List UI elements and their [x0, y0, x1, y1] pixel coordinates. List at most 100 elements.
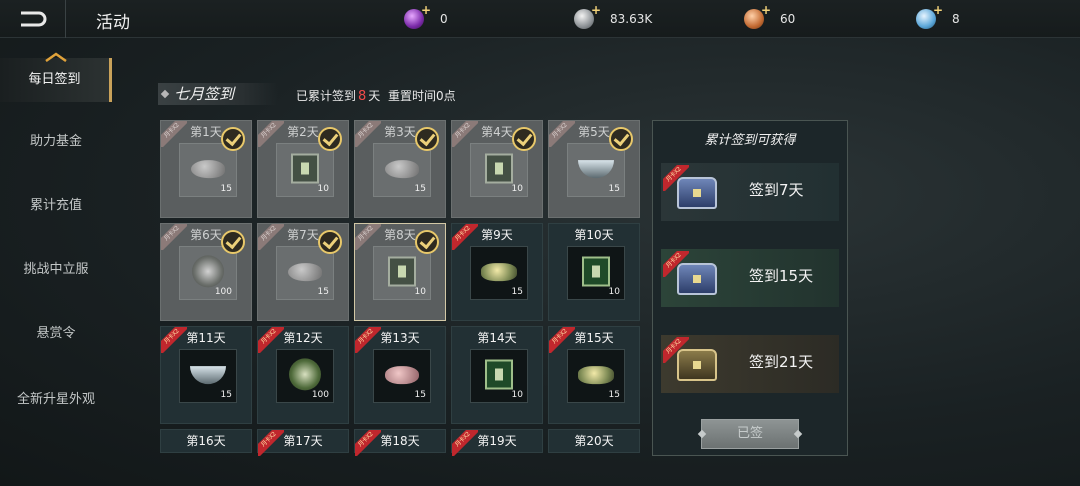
- item-quantity: 15: [220, 390, 232, 400]
- month-title: 七月签到: [158, 83, 278, 105]
- day-cell-11[interactable]: 月卡X2 第11天 15: [160, 326, 252, 424]
- item-quantity: 10: [608, 287, 620, 297]
- reward-item[interactable]: 10: [567, 246, 625, 300]
- checkmark-icon: [415, 127, 439, 151]
- item-quantity: 10: [414, 287, 426, 297]
- day-label: 第13天: [380, 331, 420, 345]
- reward-item[interactable]: 15: [373, 349, 431, 403]
- item-quantity: 15: [317, 287, 329, 297]
- sidebar-item-fund[interactable]: 助力基金: [0, 120, 112, 164]
- cumulative-reward-panel: 累计签到可获得 月卡X2 签到7天 月卡X2 签到15天 月卡X2 签到21天 …: [652, 120, 848, 456]
- day-label: 第19天: [477, 434, 517, 448]
- reward-item[interactable]: 15: [276, 246, 334, 300]
- day-cell-4[interactable]: 月卡X2 第4天 10: [451, 120, 543, 218]
- pink-icon: [385, 366, 419, 385]
- gold-icon: [578, 366, 614, 385]
- day-cell-15[interactable]: 月卡X2 第15天 15: [548, 326, 640, 424]
- day-label: 第17天: [283, 434, 323, 448]
- sidebar-item-label: 全新升星外观: [16, 392, 95, 407]
- day-cell-16[interactable]: 第16天: [160, 429, 252, 453]
- item-quantity: 10: [317, 184, 329, 194]
- reward-row-15-days[interactable]: 月卡X2 签到15天: [661, 249, 839, 307]
- reward-item[interactable]: 15: [179, 349, 237, 403]
- sidebar-item-recharge[interactable]: 累计充值: [0, 184, 112, 228]
- checkmark-icon: [221, 230, 245, 254]
- reward-item[interactable]: 10: [373, 246, 431, 300]
- day-cell-14[interactable]: 第14天 10: [451, 326, 543, 424]
- blue-gem-icon: +: [916, 3, 943, 29]
- checkmark-icon: [512, 127, 536, 151]
- signin-grid: 月卡X2 第1天 15 月卡X2 第2天 10 月卡X2 第3天 15 月卡X2 第4天 10 月卡X2…: [160, 120, 646, 456]
- item-quantity: 15: [414, 390, 426, 400]
- reward-item[interactable]: 10: [470, 143, 528, 197]
- copper-coin-icon: +: [744, 3, 771, 29]
- sidebar-item-daily-signin[interactable]: 每日签到: [0, 52, 112, 102]
- day-cell-20[interactable]: 第20天: [548, 429, 640, 453]
- day-cell-7[interactable]: 月卡X2 第7天 15: [257, 223, 349, 321]
- sidebar: 每日签到 助力基金 累计充值 挑战中立服 悬赏令 全新升星外观: [0, 38, 112, 486]
- item-quantity: 10: [511, 390, 523, 400]
- day-cell-19[interactable]: 月卡X2 第19天: [451, 429, 543, 456]
- day-cell-17[interactable]: 月卡X2 第17天: [257, 429, 349, 456]
- sidebar-item-label: 悬赏令: [36, 326, 76, 341]
- signin-info: 已累计签到 8 天 重置时间0点: [296, 87, 456, 104]
- signed-button[interactable]: 已签: [701, 419, 799, 449]
- purple-gem-icon: +: [404, 3, 431, 29]
- reward-item[interactable]: 15: [179, 143, 237, 197]
- sidebar-item-bounty[interactable]: 悬赏令: [0, 312, 112, 356]
- signin-days-count: 8: [358, 89, 367, 104]
- checkmark-icon: [318, 127, 342, 151]
- book-icon: [485, 153, 513, 184]
- signin-days-unit: 天: [368, 89, 381, 103]
- reward-item[interactable]: 15: [373, 143, 431, 197]
- chevron-up-icon: [45, 52, 67, 62]
- reward-label: 签到21天: [749, 353, 814, 371]
- checkmark-icon: [609, 127, 633, 151]
- silver-coin-icon: +: [574, 3, 601, 29]
- stone-icon: [288, 263, 322, 282]
- bowl-icon: [578, 160, 614, 179]
- day-cell-13[interactable]: 月卡X2 第13天 15: [354, 326, 446, 424]
- reward-row-21-days[interactable]: 月卡X2 签到21天: [661, 335, 839, 393]
- reward-item[interactable]: 10: [276, 143, 334, 197]
- reward-item[interactable]: 15: [567, 143, 625, 197]
- sidebar-item-neutral-server[interactable]: 挑战中立服: [0, 248, 112, 292]
- reward-chest: 月卡X2: [663, 251, 725, 305]
- day-cell-2[interactable]: 月卡X2 第2天 10: [257, 120, 349, 218]
- book-icon: [485, 359, 513, 390]
- reward-row-7-days[interactable]: 月卡X2 签到7天: [661, 163, 839, 221]
- day-label: 第11天: [186, 331, 226, 345]
- sidebar-item-label: 挑战中立服: [23, 262, 89, 277]
- day-cell-10[interactable]: 第10天 10: [548, 223, 640, 321]
- back-button[interactable]: [0, 0, 66, 38]
- reward-item[interactable]: 10: [470, 349, 528, 403]
- currency-purple-gem[interactable]: + 0: [404, 3, 448, 31]
- reward-item[interactable]: 100: [276, 349, 334, 403]
- sidebar-item-new-appearance[interactable]: 全新升星外观: [0, 378, 112, 422]
- day-cell-12[interactable]: 月卡X2 第12天 100: [257, 326, 349, 424]
- checkmark-icon: [318, 230, 342, 254]
- currency-copper-coin[interactable]: + 60: [744, 3, 796, 31]
- book-icon: [388, 256, 416, 287]
- day-cell-9[interactable]: 月卡X2 第9天 15: [451, 223, 543, 321]
- day-cell-18[interactable]: 月卡X2 第18天: [354, 429, 446, 456]
- day-cell-8[interactable]: 月卡X2 第8天 10: [354, 223, 446, 321]
- item-quantity: 15: [608, 184, 620, 194]
- item-quantity: 100: [214, 287, 232, 297]
- currency-blue-gem[interactable]: + 8: [916, 3, 960, 31]
- day-cell-3[interactable]: 月卡X2 第3天 15: [354, 120, 446, 218]
- item-quantity: 15: [414, 184, 426, 194]
- monthly-card-ribbon: 月卡X2: [663, 337, 689, 363]
- currency-value: 60: [780, 12, 796, 26]
- reward-item[interactable]: 100: [179, 246, 237, 300]
- item-quantity: 15: [608, 390, 620, 400]
- signin-info-prefix: 已累计签到: [296, 89, 357, 103]
- currency-value: 8: [952, 12, 960, 26]
- reward-item[interactable]: 15: [567, 349, 625, 403]
- day-label: 第10天: [574, 228, 614, 242]
- reward-item[interactable]: 15: [470, 246, 528, 300]
- day-cell-6[interactable]: 月卡X2 第6天 100: [160, 223, 252, 321]
- day-cell-5[interactable]: 月卡X2 第5天 15: [548, 120, 640, 218]
- currency-silver-coin[interactable]: + 83.63K: [574, 3, 652, 31]
- day-cell-1[interactable]: 月卡X2 第1天 15: [160, 120, 252, 218]
